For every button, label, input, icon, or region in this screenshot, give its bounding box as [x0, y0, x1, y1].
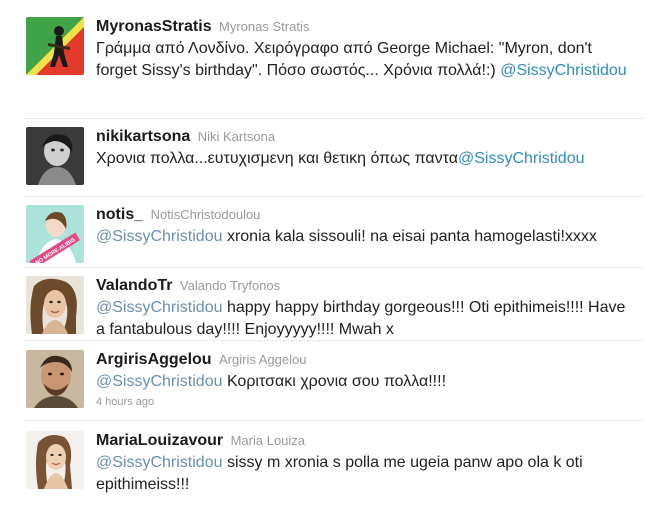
tweet-content: MyronasStratis Myronas Stratis Γράμμα απ… — [96, 17, 637, 81]
tweet-header: MariaLouizavour Maria Louiza — [96, 431, 637, 451]
full-name: Valando Tryfonos — [179, 278, 281, 293]
tweet-feed: MyronasStratis Myronas Stratis Γράμμα απ… — [0, 0, 645, 511]
tweet-header: MyronasStratis Myronas Stratis — [96, 17, 637, 37]
divider — [24, 118, 644, 119]
timestamp[interactable]: 4 hours ago — [96, 396, 637, 408]
avatar[interactable] — [26, 431, 84, 489]
tweet-text-body: Κοριτσακι χρονια σου πολλα!!!! — [222, 373, 447, 390]
tweet-text: Γράμμα από Λονδίνο. Χειρόγραφο από Georg… — [96, 38, 637, 81]
full-name: NotisChristodoulou — [150, 207, 261, 222]
avatar[interactable]: NO MORE ALIBIS — [26, 205, 84, 263]
tweet-text: @SissyChristidou xronia kala sissouli! n… — [96, 226, 637, 248]
full-name: Argiris Aggelou — [219, 352, 307, 367]
mention-link[interactable]: @SissyChristidou — [96, 373, 223, 390]
avatar[interactable] — [26, 127, 84, 185]
divider — [24, 420, 644, 421]
full-name: Myronas Stratis — [219, 19, 310, 34]
screen-name[interactable]: MyronasStratis — [96, 18, 212, 35]
tweet-text: Χρονια πολλα...ευτυχισμενη και θετικη όπ… — [96, 148, 637, 170]
tweet-header: ArgirisAggelou Argiris Aggelou — [96, 350, 637, 370]
avatar-image — [26, 350, 84, 408]
avatar-image — [26, 276, 84, 334]
avatar[interactable] — [26, 17, 84, 75]
screen-name[interactable]: ArgirisAggelou — [96, 351, 212, 368]
tweet-content: ArgirisAggelou Argiris Aggelou @SissyChr… — [96, 350, 637, 408]
screen-name[interactable]: ValandoTr — [96, 277, 172, 294]
screen-name[interactable]: notis_ — [96, 206, 143, 223]
screen-name[interactable]: MariaLouizavour — [96, 432, 223, 449]
divider — [24, 196, 644, 197]
tweet-text-body: xronia kala sissouli! na eisai panta ham… — [222, 228, 597, 245]
tweet-text: @SissyChristidou sissy m xronia s polla … — [96, 452, 637, 495]
avatar[interactable] — [26, 276, 84, 334]
avatar-image — [26, 431, 84, 489]
tweet-header: notis_ NotisChristodoulou — [96, 205, 637, 225]
divider — [24, 267, 644, 268]
mention-link[interactable]: @SissyChristidou — [458, 150, 585, 167]
tweet-header: ValandoTr Valando Tryfonos — [96, 276, 637, 296]
full-name: Niki Kartsona — [197, 129, 276, 144]
avatar-image — [26, 17, 84, 75]
tweet-content: MariaLouizavour Maria Louiza @SissyChris… — [96, 431, 637, 495]
full-name: Maria Louiza — [230, 433, 306, 448]
mention-link[interactable]: @SissyChristidou — [96, 228, 223, 245]
screen-name[interactable]: nikikartsona — [96, 128, 190, 145]
tweet-header: nikikartsona Niki Kartsona — [96, 127, 637, 147]
mention-link[interactable]: @SissyChristidou — [500, 62, 627, 79]
avatar[interactable] — [26, 350, 84, 408]
tweet-text: @SissyChristidou Κοριτσακι χρονια σου πο… — [96, 371, 637, 393]
tweet-content: nikikartsona Niki Kartsona Χρονια πολλα.… — [96, 127, 637, 170]
tweet-text-body: Χρονια πολλα...ευτυχισμενη και θετικη όπ… — [96, 150, 458, 167]
mention-link[interactable]: @SissyChristidou — [96, 454, 223, 471]
avatar-image — [26, 127, 84, 185]
tweet-content: ValandoTr Valando Tryfonos @SissyChristi… — [96, 276, 637, 340]
tweet-text: @SissyChristidou happy happy birthday go… — [96, 297, 637, 340]
divider — [24, 340, 644, 341]
tweet-content: notis_ NotisChristodoulou @SissyChristid… — [96, 205, 637, 248]
avatar-image: NO MORE ALIBIS — [26, 205, 84, 263]
mention-link[interactable]: @SissyChristidou — [96, 299, 223, 316]
